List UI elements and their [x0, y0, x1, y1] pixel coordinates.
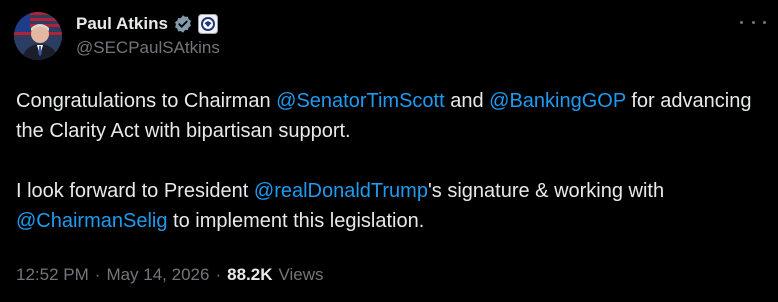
- tweet-text: Congratulations to Chairman @SenatorTimS…: [16, 86, 766, 236]
- text-segment: Congratulations to Chairman: [16, 90, 277, 112]
- text-segment: to implement this legislation.: [167, 210, 425, 232]
- sec-seal-icon[interactable]: [197, 14, 218, 34]
- avatar[interactable]: [14, 12, 62, 60]
- verified-check-icon[interactable]: [173, 14, 193, 34]
- tweet-time[interactable]: 12:52 PM: [16, 265, 89, 285]
- more-dot: [751, 20, 755, 24]
- mention-link[interactable]: @BankingGOP: [489, 90, 626, 112]
- mention-link[interactable]: @SenatorTimScott: [276, 90, 445, 112]
- views-count: 88.2K: [227, 265, 273, 284]
- mention-link[interactable]: @ChairmanSelig: [16, 210, 167, 232]
- author-display-name[interactable]: Paul Atkins: [76, 14, 168, 34]
- views-label: Views: [278, 265, 324, 284]
- separator-dot: ·: [94, 265, 101, 284]
- text-segment: and: [444, 90, 490, 112]
- separator-dot: ·: [215, 265, 222, 284]
- tweet-card: Paul Atkins @SECPaulSAtkins Congratulati…: [0, 0, 778, 302]
- tweet-date[interactable]: May 14, 2026: [106, 265, 209, 285]
- author-name-row: Paul Atkins: [76, 12, 218, 36]
- more-dot: [763, 20, 766, 24]
- text-segment: 's signature & working with: [427, 180, 665, 202]
- text-segment: I look forward to President: [16, 180, 254, 202]
- more-options-icon[interactable]: [740, 12, 766, 32]
- tweet-paragraph-1: Congratulations to Chairman @SenatorTimS…: [16, 86, 766, 146]
- tweet-paragraph-2: I look forward to President @realDonaldT…: [16, 176, 766, 236]
- mention-link[interactable]: @realDonaldTrump: [254, 180, 428, 202]
- tweet-meta: 12:52 PM · May 14, 2026 · 88.2K Views: [16, 265, 324, 285]
- more-dot: [740, 20, 743, 24]
- author-handle[interactable]: @SECPaulSAtkins: [76, 38, 220, 58]
